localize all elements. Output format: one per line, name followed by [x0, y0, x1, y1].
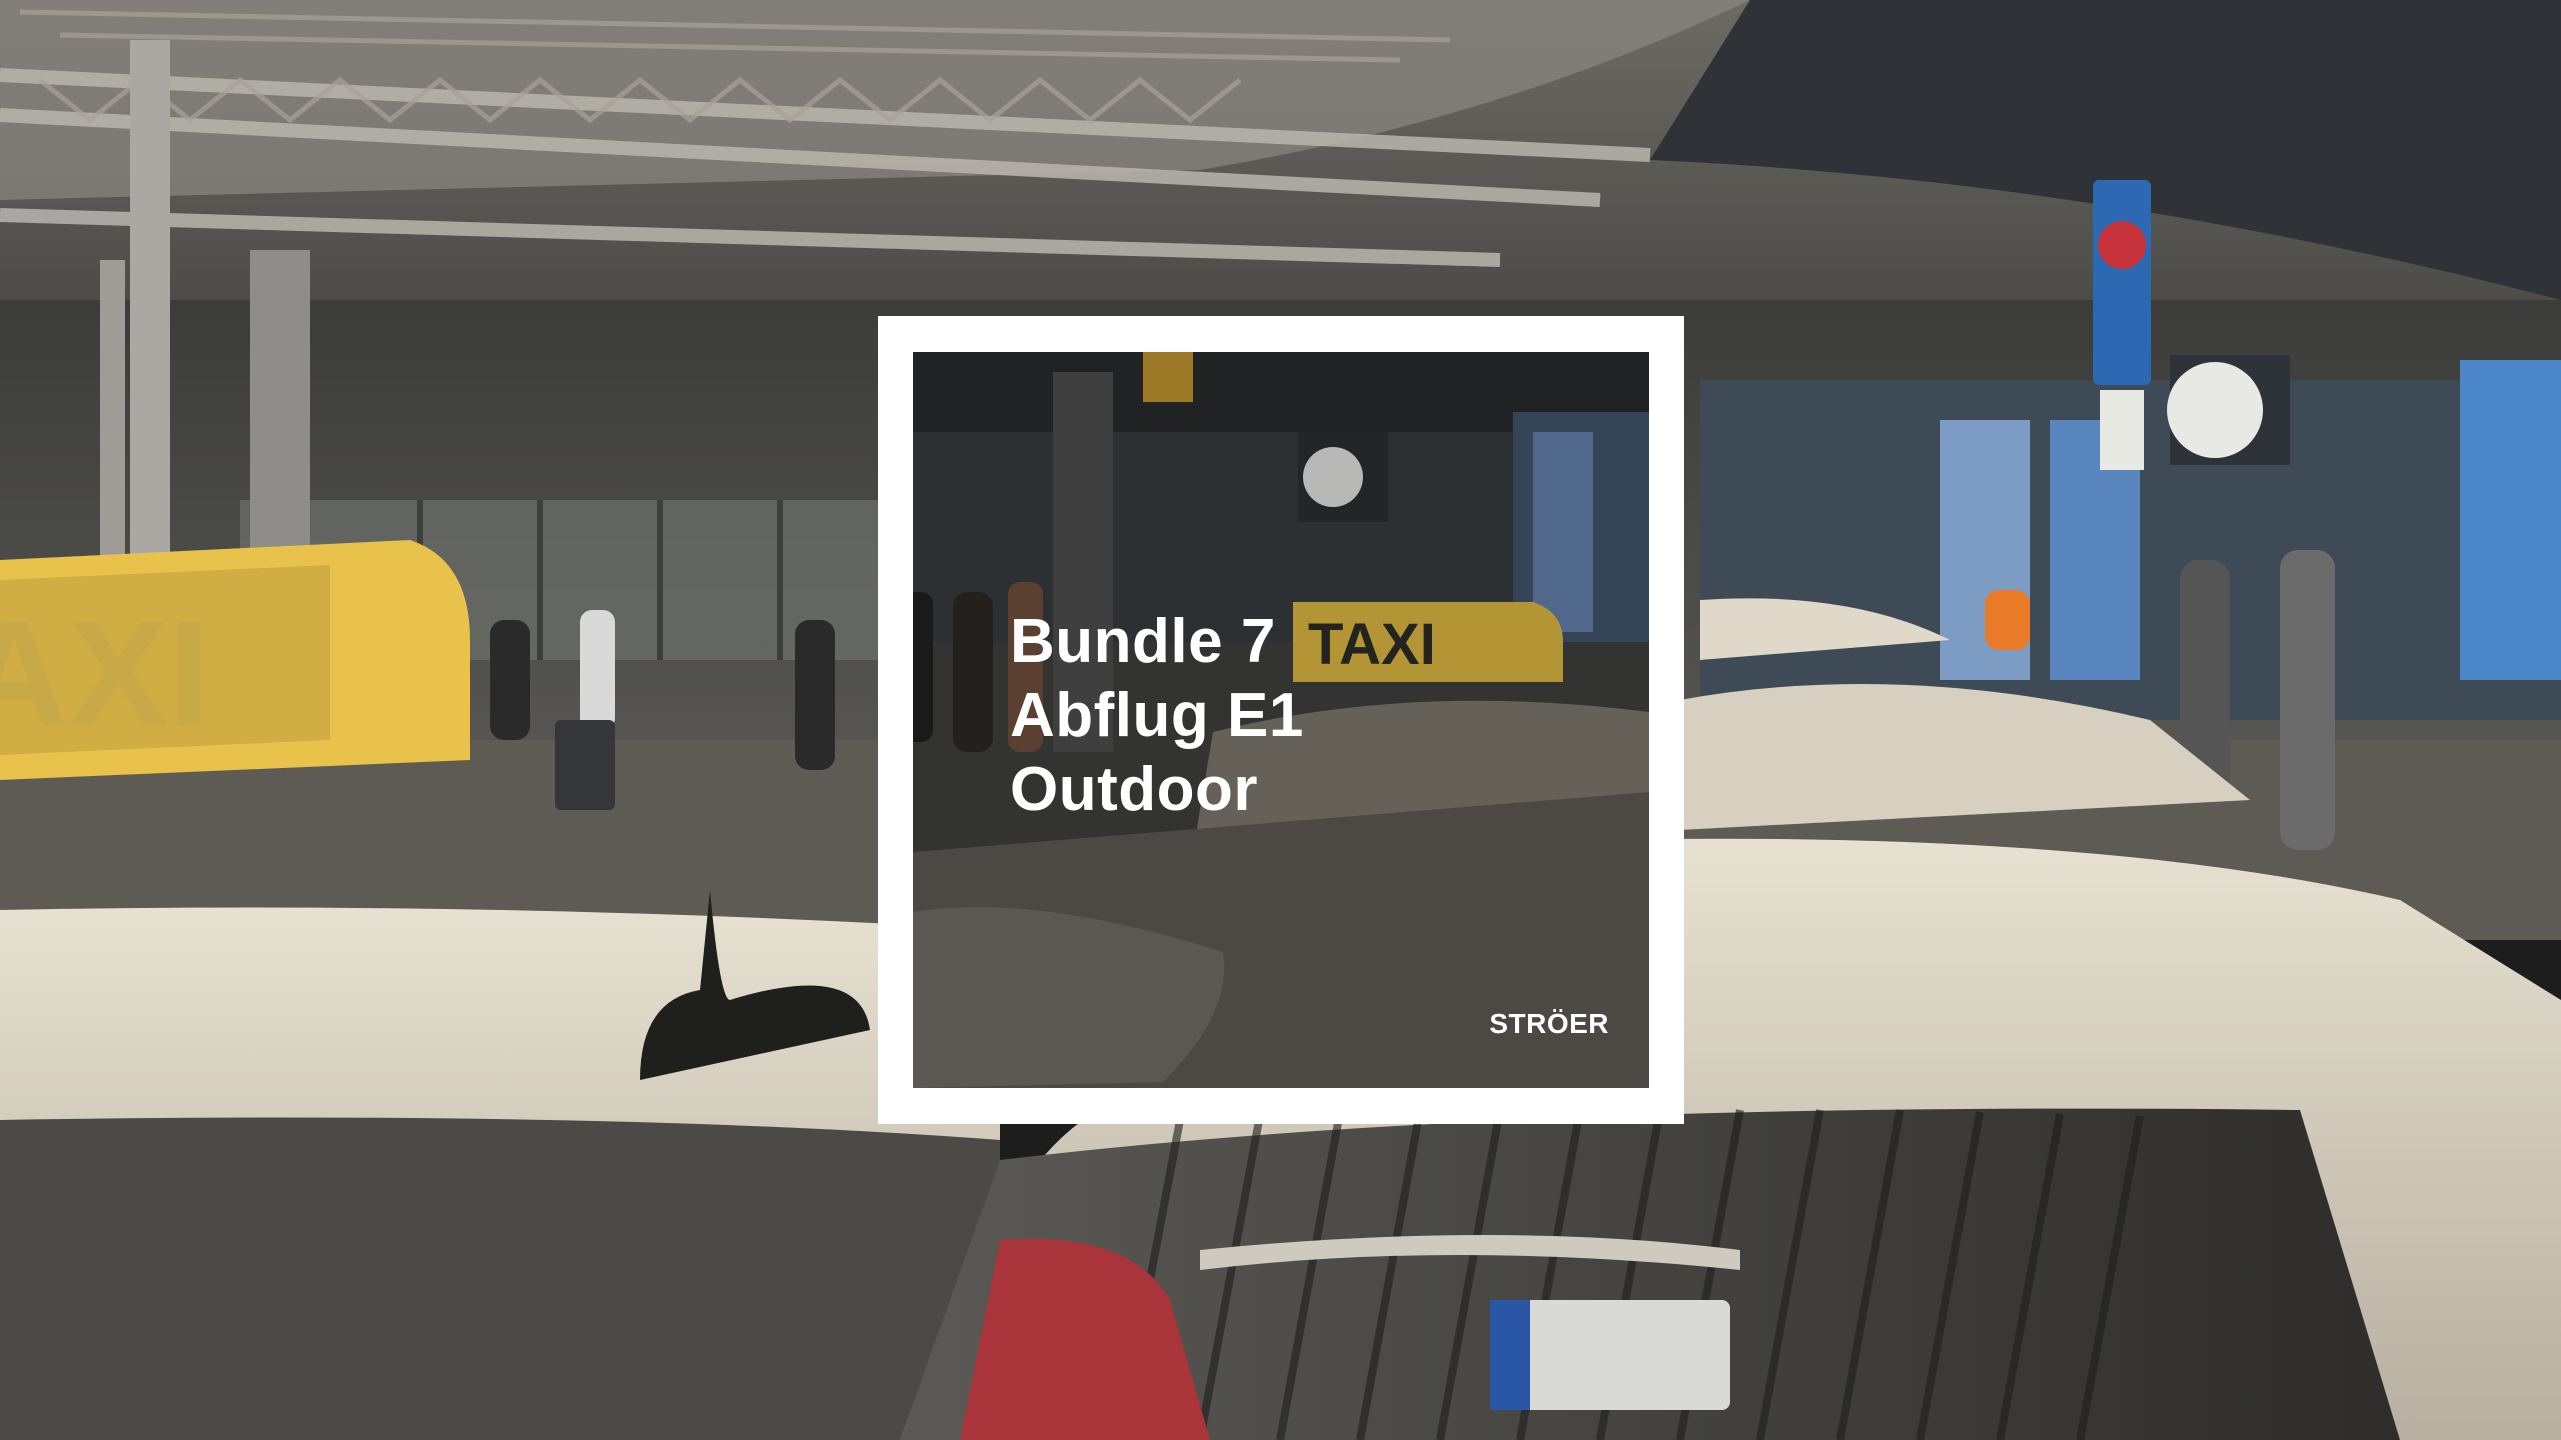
poster-stage: AXI TAXI Bundle 7 Abflug E1 Outdoor STRÖ… — [0, 0, 2561, 1440]
poster-headline: Bundle 7 Abflug E1 Outdoor — [1010, 605, 1304, 827]
headline-line-2: Abflug E1 — [1010, 681, 1304, 750]
headline-line-1: Bundle 7 — [1010, 607, 1276, 676]
headline-line-3: Outdoor — [1010, 755, 1258, 824]
poster-panel: TAXI Bundle 7 Abflug E1 Outdoor STRÖER — [913, 352, 1649, 1088]
stroeer-logo: STRÖER — [1489, 1008, 1609, 1039]
background-taxi-sign-text: AXI — [0, 589, 210, 757]
